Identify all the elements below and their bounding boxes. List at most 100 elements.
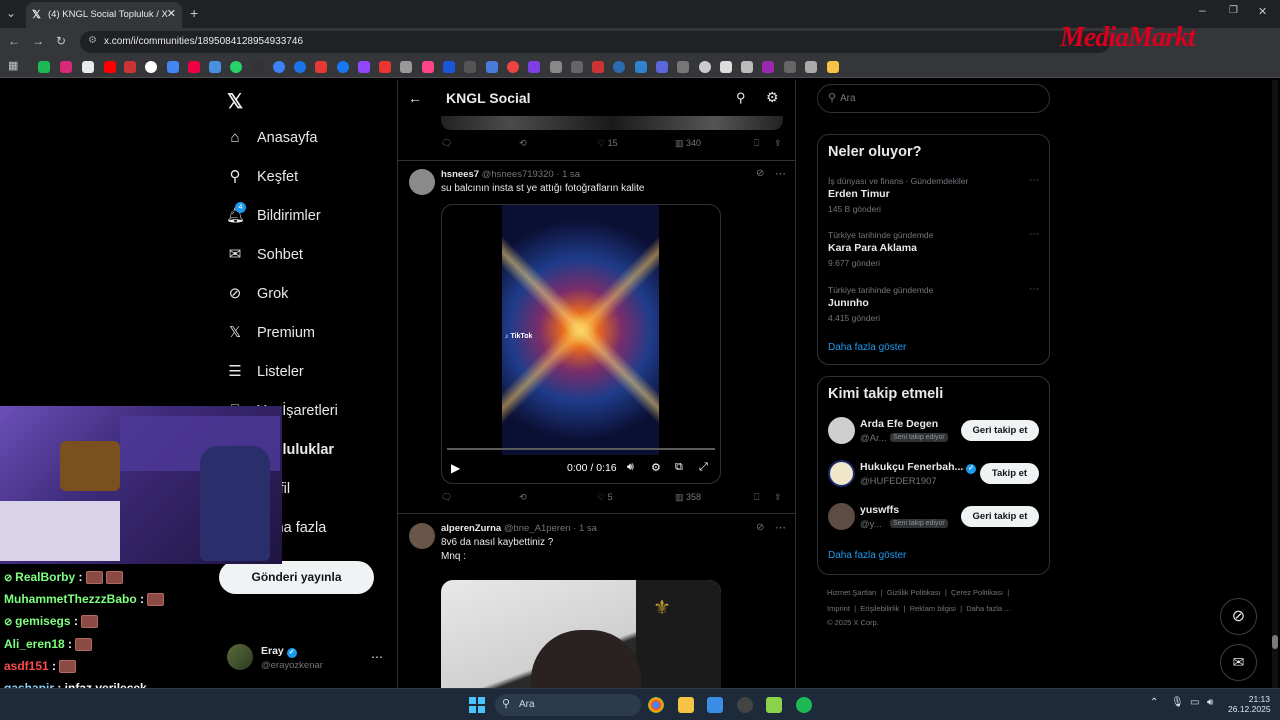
bookmark-icon[interactable]: [82, 61, 94, 73]
volume-icon[interactable]: 🔊︎: [1207, 697, 1213, 708]
suggested-user-name-row[interactable]: Hukukçu Fenerbah... ✓: [860, 461, 977, 474]
bookmark-icon[interactable]: ⎕: [754, 138, 759, 149]
repost-icon[interactable]: ⟲: [519, 492, 527, 503]
video-progress-bar[interactable]: [447, 448, 715, 450]
nav-item-chat[interactable]: ✉ Sohbet: [226, 242, 303, 268]
nav-item-premium[interactable]: 𝕏 Premium: [226, 320, 315, 346]
search-icon[interactable]: ⚲: [736, 90, 746, 106]
trend-more-icon[interactable]: ⋯: [1029, 229, 1039, 240]
show-more-link[interactable]: Daha fazla göster: [828, 550, 906, 561]
footer-link[interactable]: Hizmet Şartları: [827, 588, 877, 597]
post-image[interactable]: ⚜: [441, 580, 721, 688]
page-scrollbar[interactable]: [1272, 80, 1278, 688]
suggested-user-name[interactable]: yuswffs: [860, 504, 899, 516]
obs-icon[interactable]: [737, 697, 753, 713]
more-icon[interactable]: ⋯: [775, 521, 786, 534]
repost-icon[interactable]: ⟲: [519, 138, 527, 149]
file-explorer-icon[interactable]: [678, 697, 694, 713]
new-tab-icon[interactable]: +: [190, 5, 198, 21]
tray-chevron-icon[interactable]: ⌃: [1150, 697, 1158, 708]
bookmark-icon[interactable]: [784, 61, 796, 73]
taskbar-search[interactable]: ⚲ Ara: [495, 694, 641, 716]
post-time[interactable]: 1 sa: [562, 169, 580, 180]
picture-in-picture-icon[interactable]: ⧉: [675, 461, 683, 474]
bookmark-icon[interactable]: [677, 61, 689, 73]
avatar[interactable]: [227, 644, 253, 670]
bookmark-icon[interactable]: [762, 61, 774, 73]
account-menu-icon[interactable]: ⋯: [371, 650, 383, 664]
post-button[interactable]: Gönderi yayınla: [219, 561, 374, 594]
footer-link[interactable]: Daha fazla ...: [966, 604, 1010, 613]
chrome-icon[interactable]: [648, 697, 664, 713]
trend-name[interactable]: Kara Para Aklama: [828, 242, 917, 254]
browser-tab[interactable]: 𝕏 (4) KNGL Social Topluluk / X ✕: [26, 2, 182, 28]
avatar[interactable]: [828, 417, 855, 444]
bookmark-icon[interactable]: [230, 61, 242, 73]
play-icon[interactable]: ▶: [451, 461, 460, 475]
bookmark-icon[interactable]: [699, 61, 711, 73]
author-handle[interactable]: @bne_A1peren: [504, 523, 571, 534]
avatar[interactable]: [828, 460, 855, 487]
previous-post-media[interactable]: [441, 116, 783, 130]
footer-link[interactable]: Erişilebilirlik: [860, 604, 899, 613]
bookmark-icon[interactable]: [528, 61, 540, 73]
back-icon[interactable]: ←: [8, 34, 20, 48]
bookmark-icon[interactable]: [104, 61, 116, 73]
apps-grid-icon[interactable]: ▦: [8, 59, 18, 72]
bookmark-icon[interactable]: [571, 61, 583, 73]
bookmark-icon[interactable]: [464, 61, 476, 73]
avatar[interactable]: [409, 523, 435, 549]
follow-back-button[interactable]: Geri takip et: [961, 506, 1039, 527]
tab-close-icon[interactable]: ✕: [167, 7, 176, 20]
account-name[interactable]: Eray ✓: [261, 645, 297, 658]
grok-icon[interactable]: ⊘: [756, 522, 764, 533]
reply-icon[interactable]: 🗨︎: [441, 138, 452, 149]
bookmark-icon[interactable]: [145, 61, 157, 73]
bookmark-icon[interactable]: [379, 61, 391, 73]
share-icon[interactable]: ⇪: [774, 138, 782, 149]
messages-fab-icon[interactable]: ✉: [1220, 644, 1257, 681]
reload-icon[interactable]: ↻: [56, 34, 66, 48]
bookmark-icon[interactable]: ⎕: [754, 492, 759, 503]
tab-search-icon[interactable]: ⌄: [6, 6, 16, 20]
bookmark-icon[interactable]: [805, 61, 817, 73]
bookmark-icon[interactable]: [209, 61, 221, 73]
trend-more-icon[interactable]: ⋯: [1029, 175, 1039, 186]
nav-item-lists[interactable]: ☰ Listeler: [226, 359, 303, 385]
bookmark-icon[interactable]: [273, 61, 285, 73]
bookmark-icon[interactable]: [400, 61, 412, 73]
bookmark-icon[interactable]: [507, 61, 519, 73]
footer-link[interactable]: Çerez Politikası: [951, 588, 1003, 597]
follow-back-button[interactable]: Geri takip et: [961, 420, 1039, 441]
follow-button[interactable]: Takip et: [980, 463, 1039, 484]
nav-item-grok[interactable]: ⊘ Grok: [226, 281, 289, 307]
display-icon[interactable]: ▭: [1190, 697, 1199, 708]
back-arrow-icon[interactable]: ←: [408, 90, 422, 106]
window-close-icon[interactable]: ✕: [1258, 5, 1267, 18]
show-more-link[interactable]: Daha fazla göster: [828, 342, 906, 353]
nav-item-explore[interactable]: ⚲ Keşfet: [226, 164, 299, 190]
grok-fab-icon[interactable]: ⊘: [1220, 598, 1257, 635]
bookmark-icon[interactable]: [422, 61, 434, 73]
windows-start-icon[interactable]: [469, 697, 485, 713]
trend-more-icon[interactable]: ⋯: [1029, 284, 1039, 295]
maximize-icon[interactable]: ❐: [1229, 5, 1238, 16]
trend-name[interactable]: Erden Timur: [828, 188, 890, 200]
grok-icon[interactable]: ⊘: [756, 168, 764, 179]
bookmark-icon[interactable]: [550, 61, 562, 73]
scrollbar-thumb[interactable]: [1272, 635, 1278, 649]
avatar[interactable]: [409, 169, 435, 195]
spotify-icon[interactable]: [796, 697, 812, 713]
clock[interactable]: 21:13 26.12.2025: [1228, 694, 1271, 714]
views-button[interactable]: ▥ 340: [675, 138, 701, 149]
post-time[interactable]: 1 sa: [579, 523, 597, 534]
views-button[interactable]: ▥ 358: [675, 492, 701, 503]
suggested-user-name[interactable]: Arda Efe Degen: [860, 418, 938, 430]
bookmark-icon[interactable]: [635, 61, 647, 73]
bookmark-icon[interactable]: [294, 61, 306, 73]
forward-icon[interactable]: →: [32, 34, 44, 48]
settings-gear-icon[interactable]: ⚙: [766, 89, 779, 106]
bookmark-icon[interactable]: [656, 61, 668, 73]
footer-link[interactable]: Reklam bilgisi: [910, 604, 956, 613]
url-field[interactable]: ⚙ x.com/i/communities/189508412895493374…: [80, 31, 1110, 53]
